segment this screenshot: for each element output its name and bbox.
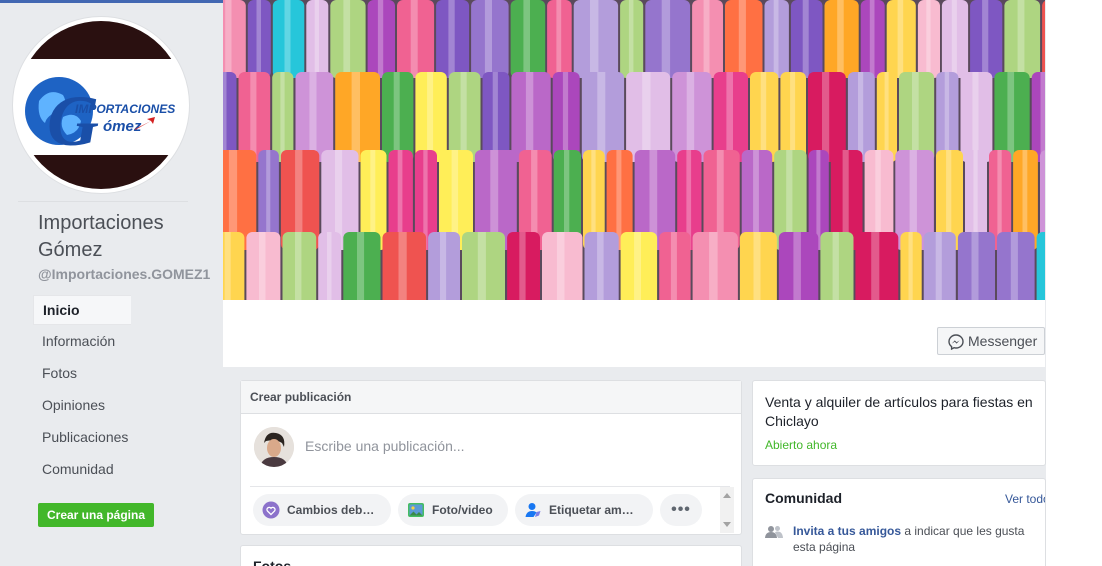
- see-all-link[interactable]: Ver todo: [1005, 492, 1045, 506]
- photo-icon: [408, 503, 424, 517]
- nav-item-fotos[interactable]: Fotos: [33, 357, 213, 389]
- invite-friends-link[interactable]: Invita a tus amigos: [793, 524, 901, 538]
- photos-card: Fotos: [240, 545, 742, 566]
- page-logo: G IMPORTACIONES ómez: [17, 21, 185, 189]
- cover-section: Messenger: [223, 0, 1045, 367]
- tag-person-icon: [525, 503, 541, 517]
- composer-actions: Cambios deb… Foto/video Etiquetar am… ••…: [250, 486, 734, 533]
- composer-card: Crear publicación Escribe una publicació…: [240, 380, 742, 535]
- community-card: Comunidad Ver todo Invita a tus amigos a…: [752, 478, 1046, 566]
- nav-item-opiniones[interactable]: Opiniones: [33, 389, 213, 421]
- cover-photo[interactable]: [223, 0, 1045, 300]
- scroll-down-icon[interactable]: [723, 522, 731, 527]
- post-input[interactable]: Escribe una publicación...: [305, 438, 465, 454]
- photo-video-label: Foto/video: [432, 503, 493, 517]
- more-options-button[interactable]: •••: [660, 494, 702, 526]
- logo-text-top: IMPORTACIONES: [75, 102, 175, 116]
- heart-circle-icon: [262, 501, 280, 519]
- open-status: Abierto ahora: [765, 438, 838, 452]
- logo-letter: G: [47, 81, 99, 161]
- about-card: Venta y alquiler de artículos para fiest…: [752, 380, 1046, 466]
- nav-item-inicio[interactable]: Inicio: [33, 295, 131, 325]
- page-description: Venta y alquiler de artículos para fiest…: [765, 394, 1033, 429]
- user-avatar[interactable]: [254, 427, 294, 467]
- nav-item-informacion[interactable]: Información: [33, 325, 213, 357]
- lace-rolls-image: [223, 0, 1045, 300]
- feeling-label: Cambios deb…: [287, 503, 375, 517]
- page-title[interactable]: Importaciones Gómez: [38, 210, 218, 264]
- nav-item-comunidad[interactable]: Comunidad: [33, 453, 213, 485]
- photos-title[interactable]: Fotos: [253, 558, 291, 566]
- globe-logo-icon: G IMPORTACIONES ómez: [25, 77, 175, 161]
- page-profile-picture[interactable]: G IMPORTACIONES ómez: [12, 16, 190, 194]
- invite-text: Invita a tus amigos a indicar que les gu…: [793, 523, 1039, 555]
- divider: [18, 201, 188, 202]
- scroll-up-icon[interactable]: [723, 493, 731, 498]
- page-nav: Inicio Información Fotos Opiniones Publi…: [33, 295, 213, 485]
- logo-text-bottom: ómez: [103, 118, 142, 135]
- create-page-button[interactable]: Crear una página: [38, 503, 154, 527]
- composer-scrollbar[interactable]: [720, 487, 734, 533]
- friends-icon: [765, 526, 783, 538]
- tag-friends-label: Etiquetar am…: [549, 503, 634, 517]
- nav-item-publicaciones[interactable]: Publicaciones: [33, 421, 213, 453]
- messenger-button[interactable]: Messenger: [937, 327, 1045, 355]
- messenger-label: Messenger: [968, 333, 1038, 349]
- composer-header: Crear publicación: [241, 381, 741, 414]
- page-handle[interactable]: @Importaciones.GOMEZ1: [38, 266, 210, 282]
- community-title: Comunidad: [765, 490, 842, 506]
- left-column: G IMPORTACIONES ómez Importaciones Gómez…: [0, 3, 222, 566]
- right-edge: [1046, 0, 1102, 566]
- tag-friends-button[interactable]: Etiquetar am…: [515, 494, 653, 526]
- photo-video-button[interactable]: Foto/video: [398, 494, 508, 526]
- messenger-icon: [948, 334, 964, 350]
- feeling-button[interactable]: Cambios deb…: [253, 494, 391, 526]
